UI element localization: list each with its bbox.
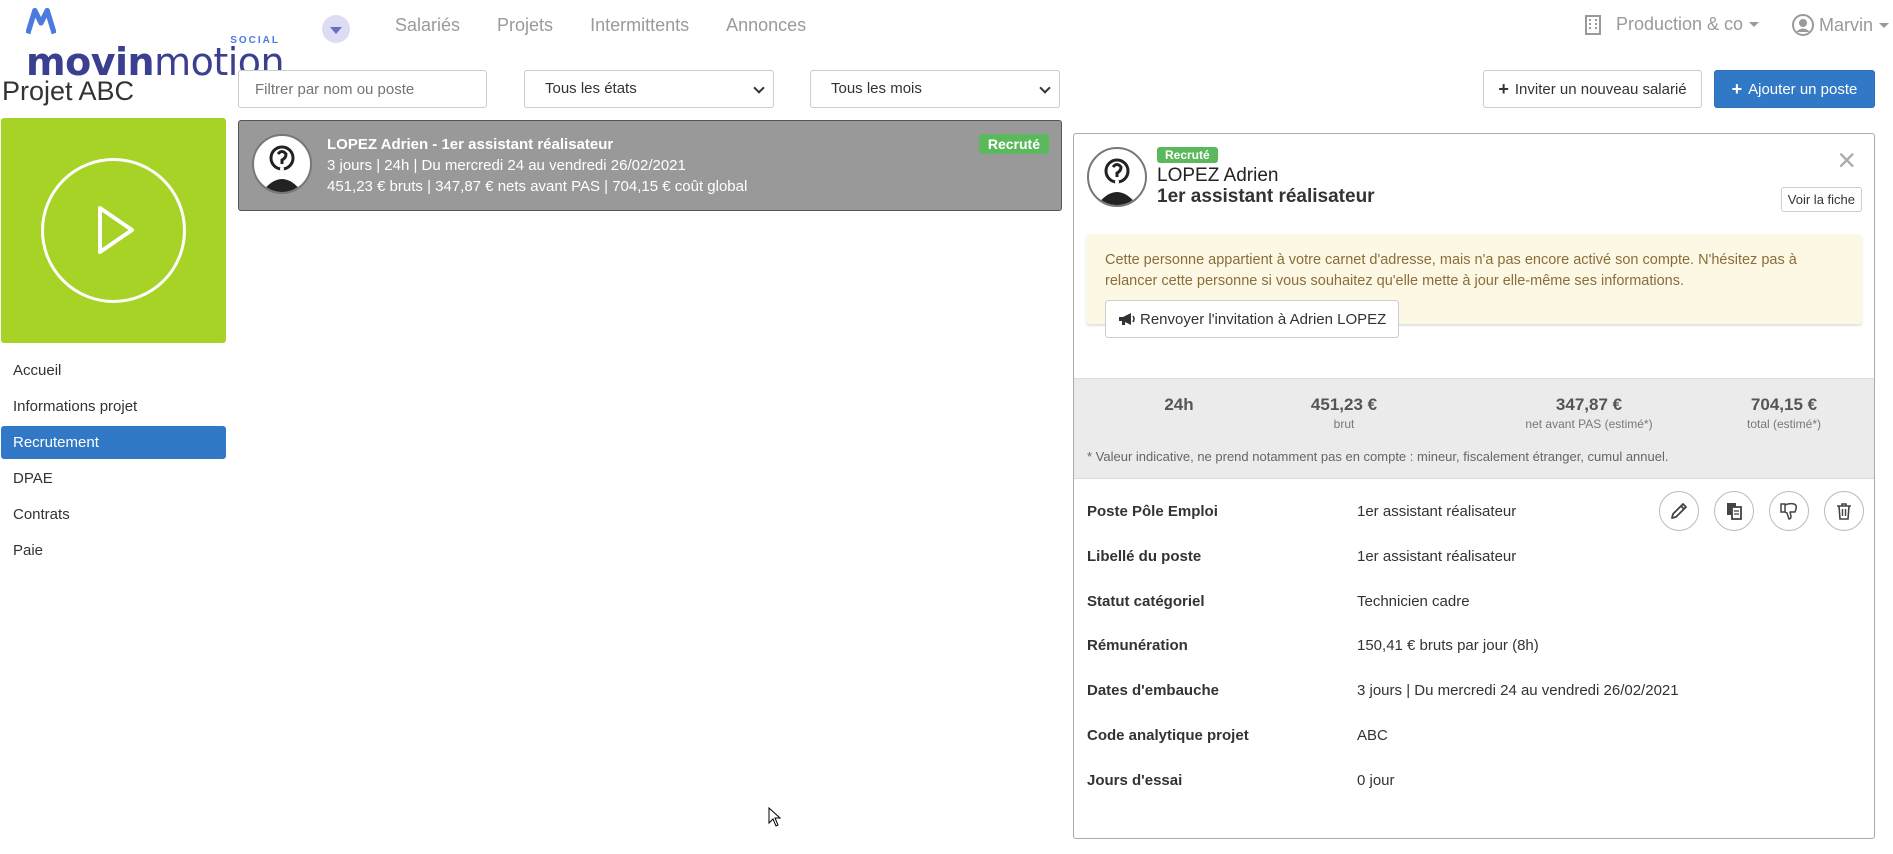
- sidebar-item-paie[interactable]: Paie: [1, 534, 226, 567]
- caret-down-icon: [1879, 22, 1890, 28]
- unknown-person-icon: [262, 145, 302, 192]
- caret-down-icon: [1749, 22, 1760, 27]
- detail-row-dates: Dates d'embauche 3 jours | Du mercredi 2…: [1074, 682, 1874, 712]
- project-title: Projet ABC: [2, 76, 135, 106]
- top-navbar: movinmotion SOCIAL Salariés Projets Inte…: [0, 0, 1893, 82]
- logo[interactable]: movinmotion SOCIAL: [26, 2, 285, 82]
- search-input[interactable]: [238, 70, 487, 108]
- sidebar-item-informations-projet[interactable]: Informations projet: [1, 390, 226, 423]
- sidebar-item-contrats[interactable]: Contrats: [1, 498, 226, 531]
- stat-total: 704,15 € total (estimé*): [1699, 395, 1869, 431]
- detail-row-libelle-poste: Libellé du poste 1er assistant réalisate…: [1074, 548, 1874, 578]
- employee-name: LOPEZ Adrien: [1157, 165, 1279, 186]
- stat-hours: 24h: [1109, 395, 1249, 417]
- employee-detail-panel: Recruté LOPEZ Adrien 1er assistant réali…: [1073, 133, 1875, 839]
- play-icon: [41, 158, 186, 303]
- close-icon[interactable]: ×: [1837, 144, 1856, 176]
- add-post-label: Ajouter un poste: [1748, 80, 1858, 98]
- detail-row-label: Jours d'essai: [1087, 772, 1183, 789]
- nav-projets[interactable]: Projets: [497, 15, 553, 36]
- stat-label: total (estimé*): [1746, 417, 1822, 431]
- detail-row-code-analytique: Code analytique projet ABC: [1074, 727, 1874, 757]
- detail-row-label: Libellé du poste: [1087, 548, 1202, 565]
- logo-mark-icon: [26, 7, 56, 35]
- add-post-button[interactable]: + Ajouter un poste: [1714, 70, 1875, 108]
- view-profile-button[interactable]: Voir la fiche: [1780, 187, 1862, 212]
- stat-label: net avant PAS (estimé*): [1525, 417, 1653, 431]
- chevron-down-icon: [1039, 82, 1051, 94]
- detail-row-label: Statut catégoriel: [1087, 593, 1205, 610]
- resend-invitation-label: Renvoyer l'invitation à Adrien LOPEZ: [1140, 310, 1387, 328]
- stats-footnote: * Valeur indicative, ne prend notamment …: [1087, 449, 1669, 464]
- caret-down-icon: [330, 27, 342, 34]
- plus-icon: +: [1498, 79, 1509, 99]
- status-badge: Recruté: [978, 134, 1049, 154]
- plus-icon: +: [1731, 79, 1743, 99]
- sidebar-item-accueil[interactable]: Accueil: [1, 354, 226, 387]
- employee-card-title: LOPEZ Adrien - 1er assistant réalisateur: [327, 136, 614, 153]
- detail-row-remuneration: Rémunération 150,41 € bruts par jour (8h…: [1074, 637, 1874, 667]
- stat-value: 24h: [1164, 395, 1194, 414]
- nav-salaries[interactable]: Salariés: [395, 15, 460, 36]
- stat-value: 347,87 €: [1555, 395, 1623, 414]
- stat-label: brut: [1333, 417, 1355, 431]
- inactive-account-alert: Cette personne appartient à votre carnet…: [1086, 234, 1862, 338]
- stat-value: 704,15 €: [1750, 395, 1818, 414]
- months-select-value: Tous les mois: [831, 80, 922, 97]
- detail-row-value: 3 jours | Du mercredi 24 au vendredi 26/…: [1357, 682, 1679, 699]
- sidebar-menu: Accueil Informations projet Recrutement …: [1, 354, 226, 570]
- employee-card-pay: 451,23 € bruts | 347,87 € nets avant PAS…: [327, 178, 748, 195]
- nav-dropdown-toggle[interactable]: [322, 15, 350, 43]
- invite-employee-label: Inviter un nouveau salarié: [1514, 80, 1687, 98]
- stat-value: 451,23 €: [1310, 395, 1378, 414]
- avatar: [252, 134, 312, 194]
- detail-row-value: Technicien cadre: [1357, 593, 1470, 610]
- states-select[interactable]: Tous les états: [524, 70, 774, 108]
- company-menu[interactable]: Production & co: [1584, 14, 1760, 35]
- detail-row-label: Code analytique projet: [1087, 727, 1249, 744]
- detail-row-label: Dates d'embauche: [1087, 682, 1219, 699]
- company-name: Production & co: [1616, 14, 1744, 34]
- building-icon: [1585, 14, 1601, 35]
- stat-gross: 451,23 € brut: [1264, 395, 1424, 431]
- months-select[interactable]: Tous les mois: [810, 70, 1060, 108]
- employee-card[interactable]: LOPEZ Adrien - 1er assistant réalisateur…: [238, 120, 1062, 211]
- detail-row-label: Poste Pôle Emploi: [1087, 503, 1218, 520]
- stat-net: 347,87 € net avant PAS (estimé*): [1474, 395, 1704, 431]
- sidebar-item-recrutement[interactable]: Recrutement: [1, 426, 226, 459]
- detail-row-value: 1er assistant réalisateur: [1357, 548, 1517, 565]
- user-name: Marvin: [1819, 14, 1874, 35]
- main-nav: Salariés Projets Intermittents Annonces: [395, 15, 843, 36]
- invite-employee-button[interactable]: + Inviter un nouveau salarié: [1483, 70, 1702, 108]
- status-badge: Recruté: [1157, 147, 1218, 163]
- detail-row-statut: Statut catégoriel Technicien cadre: [1074, 593, 1874, 623]
- detail-row-value: ABC: [1357, 727, 1388, 744]
- detail-row-value: 150,41 € bruts par jour (8h): [1357, 637, 1539, 654]
- user-circle-icon: [1792, 14, 1814, 36]
- project-tile[interactable]: [1, 118, 226, 343]
- pay-summary: 24h 451,23 € brut 347,87 € net avant PAS…: [1074, 378, 1874, 479]
- employee-card-schedule: 3 jours | 24h | Du mercredi 24 au vendre…: [327, 157, 686, 174]
- alert-text: Cette personne appartient à votre carnet…: [1105, 252, 1797, 289]
- detail-row-poste-pole-emploi: Poste Pôle Emploi 1er assistant réalisat…: [1074, 503, 1874, 533]
- user-menu[interactable]: Marvin: [1792, 14, 1890, 36]
- detail-row-jours-essai: Jours d'essai 0 jour: [1074, 772, 1874, 802]
- states-select-value: Tous les états: [545, 80, 637, 97]
- logo-subtitle: SOCIAL: [230, 35, 280, 46]
- avatar: [1087, 147, 1147, 207]
- resend-invitation-button[interactable]: Renvoyer l'invitation à Adrien LOPEZ: [1105, 300, 1400, 338]
- mouse-cursor-icon: [768, 807, 782, 827]
- detail-row-value: 1er assistant réalisateur: [1357, 503, 1517, 520]
- nav-intermittents[interactable]: Intermittents: [590, 15, 689, 36]
- sidebar-item-dpae[interactable]: DPAE: [1, 462, 226, 495]
- megaphone-icon: [1119, 313, 1135, 325]
- detail-row-label: Rémunération: [1087, 637, 1188, 654]
- employee-role: 1er assistant réalisateur: [1157, 186, 1375, 207]
- unknown-person-icon: [1097, 158, 1137, 205]
- chevron-down-icon: [753, 82, 765, 94]
- detail-row-value: 0 jour: [1357, 772, 1395, 789]
- nav-annonces[interactable]: Annonces: [726, 15, 806, 36]
